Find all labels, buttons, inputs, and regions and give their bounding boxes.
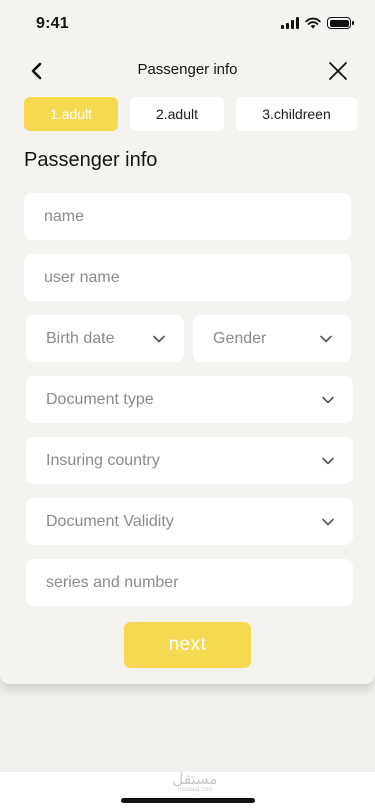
chevron-down-icon [322,457,334,464]
nav-bar: Passenger info [0,52,375,90]
gender-placeholder: Gender [213,329,267,347]
tab-passenger-1[interactable]: 1.adult [24,97,118,131]
document-type-placeholder: Document type [46,390,154,408]
close-icon[interactable] [327,60,349,82]
section-title: Passenger info [24,149,158,171]
user-name-field[interactable]: user name [24,254,351,301]
passenger-tabs: 1.adult 2.adult 3.childreen [24,97,357,131]
next-button[interactable]: next [124,622,251,668]
signal-icon [281,17,299,29]
watermark-arabic: مستقل [172,770,218,788]
chevron-down-icon [153,335,165,342]
insuring-country-placeholder: Insuring country [46,451,160,469]
user-name-placeholder: user name [44,268,120,286]
watermark-logo: مستقل mostaql.com [150,770,240,793]
watermark-latin: mostaql.com [177,787,212,793]
document-type-select[interactable]: Document type [26,376,353,423]
battery-icon [327,17,354,29]
birth-date-placeholder: Birth date [46,329,115,347]
birth-date-select[interactable]: Birth date [26,315,184,362]
insuring-country-select[interactable]: Insuring country [26,437,353,484]
status-time: 9:41 [36,15,69,32]
name-field[interactable]: name [24,193,351,240]
status-icons [281,17,354,29]
chevron-down-icon [322,396,334,403]
chevron-down-icon [320,335,332,342]
chevron-down-icon [322,518,334,525]
document-validity-placeholder: Document Validity [46,512,174,530]
tab-passenger-2[interactable]: 2.adult [130,97,224,131]
nav-title: Passenger info [137,61,238,78]
wifi-icon [305,17,321,29]
tab-passenger-3[interactable]: 3.childreen [236,97,357,131]
name-placeholder: name [44,207,85,225]
home-indicator[interactable] [121,798,255,803]
series-number-placeholder: series and number [46,573,179,591]
gender-select[interactable]: Gender [193,315,351,362]
status-bar: 9:41 [0,0,375,48]
document-validity-select[interactable]: Document Validity [26,498,353,545]
main-card: 9:41 Passenger info 1.adult 2.adult 3.ch… [0,0,375,684]
series-number-field[interactable]: series and number [26,559,353,606]
